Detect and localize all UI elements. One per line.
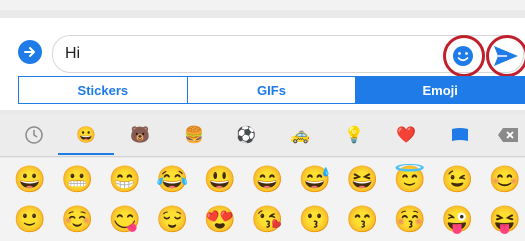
objects-icon[interactable]: 💡 [340, 122, 368, 148]
backspace-icon[interactable] [494, 122, 522, 148]
symbols-icon[interactable]: ❤️ [392, 122, 420, 148]
emoji-button[interactable] [449, 42, 477, 70]
expand-actions-button[interactable] [18, 40, 42, 64]
media-tabs: Stickers GIFs Emoji [18, 76, 525, 104]
tab-gifs[interactable]: GIFs [187, 77, 357, 103]
tab-stickers[interactable]: Stickers [19, 77, 188, 103]
send-button[interactable] [490, 40, 522, 72]
emoji-item[interactable]: 😗 [299, 204, 331, 234]
emoji-grid: 😀 😬 😁 😂 😃 😄 😅 😆 😇 😉 😊 🙂 ☺️ 😋 😌 😍 😘 😗 😙 😚 😜 😝 [0, 158, 525, 241]
tab-emoji-label: Emoji [422, 82, 458, 98]
tab-gifs-label: GIFs [257, 82, 286, 98]
emoji-item[interactable]: 😀 [14, 164, 46, 194]
send-icon [494, 46, 518, 66]
emoji-item[interactable]: 🙂 [14, 204, 46, 234]
food-icon[interactable]: 🍔 [180, 122, 208, 148]
emoji-item[interactable]: 😘 [251, 204, 283, 234]
emoji-item[interactable]: 😌 [156, 204, 188, 234]
emoji-item[interactable]: 😂 [156, 164, 188, 194]
emoji-item[interactable]: 😝 [489, 204, 521, 234]
animals-icon[interactable]: 🐻 [126, 122, 154, 148]
smileys-icon[interactable]: 😀 [72, 122, 100, 148]
emoji-item[interactable]: 😚 [394, 204, 426, 234]
emoji-item[interactable]: 😉 [441, 164, 473, 194]
emoji-item[interactable]: 😄 [251, 164, 283, 194]
emoji-item[interactable]: 😅 [299, 164, 331, 194]
emoji-item[interactable]: 😬 [61, 164, 93, 194]
active-category-indicator [58, 153, 114, 155]
emoji-category-bar: 😀 🐻 🍔 ⚽ 🚕 💡 ❤️ [0, 114, 525, 157]
activity-icon[interactable]: ⚽ [232, 122, 260, 148]
emoji-item[interactable]: 😇 [394, 164, 426, 194]
recent-icon[interactable] [20, 122, 48, 148]
emoji-item[interactable]: 😆 [346, 164, 378, 194]
emoji-item[interactable]: 😍 [204, 204, 236, 234]
emoji-item[interactable]: 😁 [109, 164, 141, 194]
emoji-item[interactable]: 😙 [346, 204, 378, 234]
tab-stickers-label: Stickers [77, 82, 129, 98]
arrow-right-icon [24, 47, 35, 57]
message-composer: Hi Stickers GIFs Emoji [0, 18, 525, 110]
emoji-item[interactable]: 😊 [489, 164, 521, 194]
top-strip [0, 0, 525, 10]
message-input-value: Hi [65, 45, 81, 62]
travel-icon[interactable]: 🚕 [286, 122, 314, 148]
tab-emoji[interactable]: Emoji [356, 77, 525, 103]
emoji-item[interactable]: 😜 [441, 204, 473, 234]
flags-icon[interactable] [446, 122, 474, 148]
emoji-item[interactable]: ☺️ [61, 204, 93, 234]
emoji-item[interactable]: 😋 [109, 204, 141, 234]
emoji-item[interactable]: 😃 [204, 164, 236, 194]
smiley-icon [453, 46, 473, 66]
